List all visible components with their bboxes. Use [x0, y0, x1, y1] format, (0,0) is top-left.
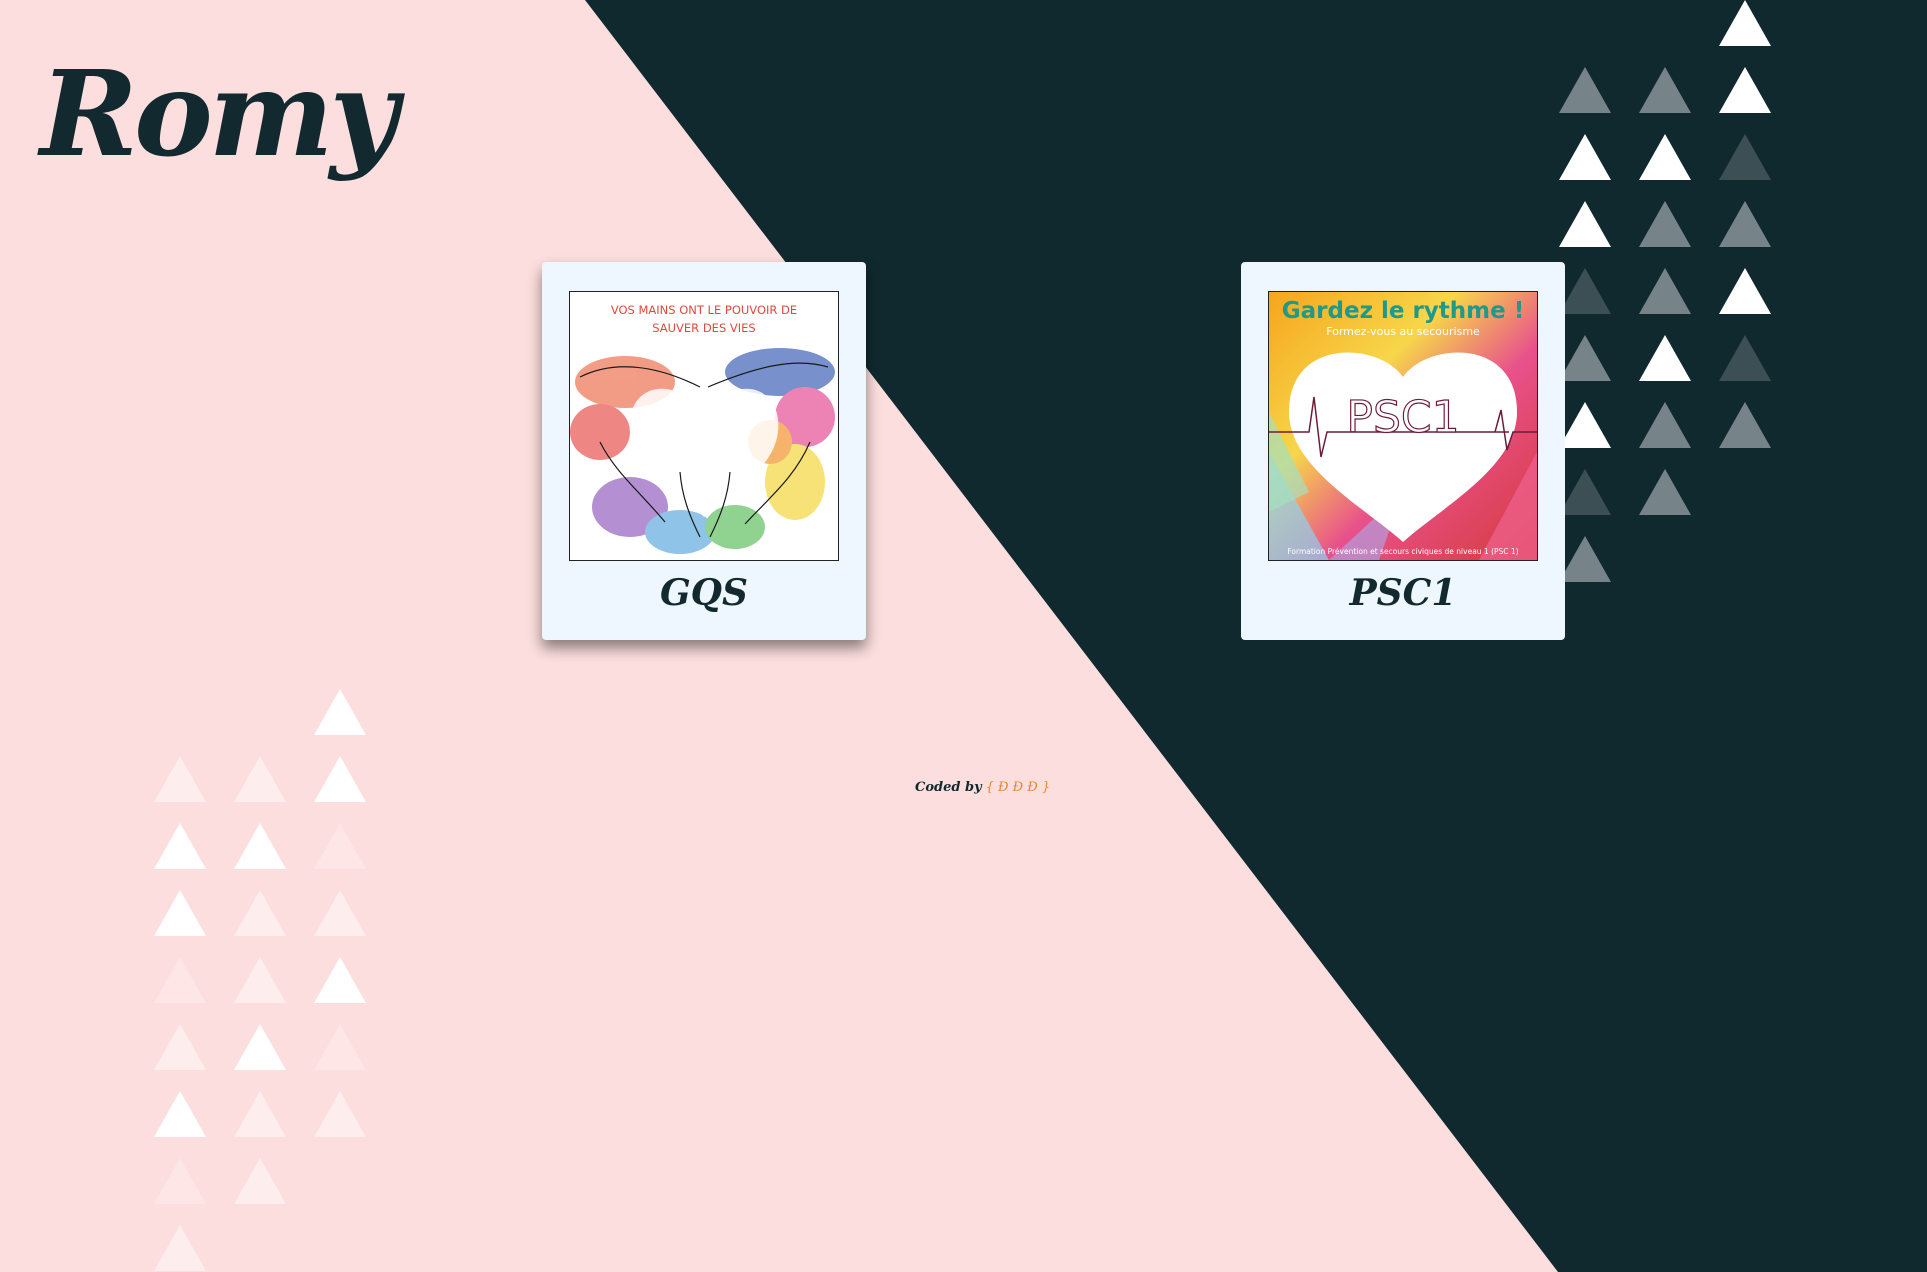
- psc1-card-image[interactable]: Gardez le rythme ! Formez-vous au secour…: [1268, 291, 1538, 561]
- gqs-image-line-1: VOS MAINS ONT LE POUVOIR DE: [611, 303, 797, 317]
- card-gqs[interactable]: VOS MAINS ONT LE POUVOIR DE SAUVER DES V…: [542, 262, 866, 640]
- gqs-image-line-2: SAUVER DES VIES: [652, 321, 755, 335]
- site-logo[interactable]: Romy: [40, 55, 398, 173]
- psc1-image-footer: Formation Prévention et secours civiques…: [1287, 547, 1518, 556]
- gqs-card-title[interactable]: GQS: [542, 572, 866, 614]
- psc1-image-subtitle: Formez-vous au secourisme: [1326, 325, 1480, 338]
- page: Romy VOS MAINS ONT LE POUVOIR DE SAUVER …: [0, 0, 1927, 1272]
- footer-credit: Coded by { Ð Ð Ð }: [915, 780, 1050, 795]
- coded-by-label: Coded by: [915, 780, 982, 795]
- psc1-card-title[interactable]: PSC1: [1241, 572, 1565, 614]
- author-handle-link[interactable]: { Ð Ð Ð }: [986, 780, 1051, 795]
- card-psc1[interactable]: Gardez le rythme ! Formez-vous au secour…: [1241, 262, 1565, 640]
- psc1-image-title: Gardez le rythme !: [1282, 298, 1524, 324]
- gqs-card-image[interactable]: VOS MAINS ONT LE POUVOIR DE SAUVER DES V…: [569, 291, 839, 561]
- psc1-image-center: PSC1: [1346, 392, 1459, 443]
- dark-diagonal-background: [585, 0, 1927, 1272]
